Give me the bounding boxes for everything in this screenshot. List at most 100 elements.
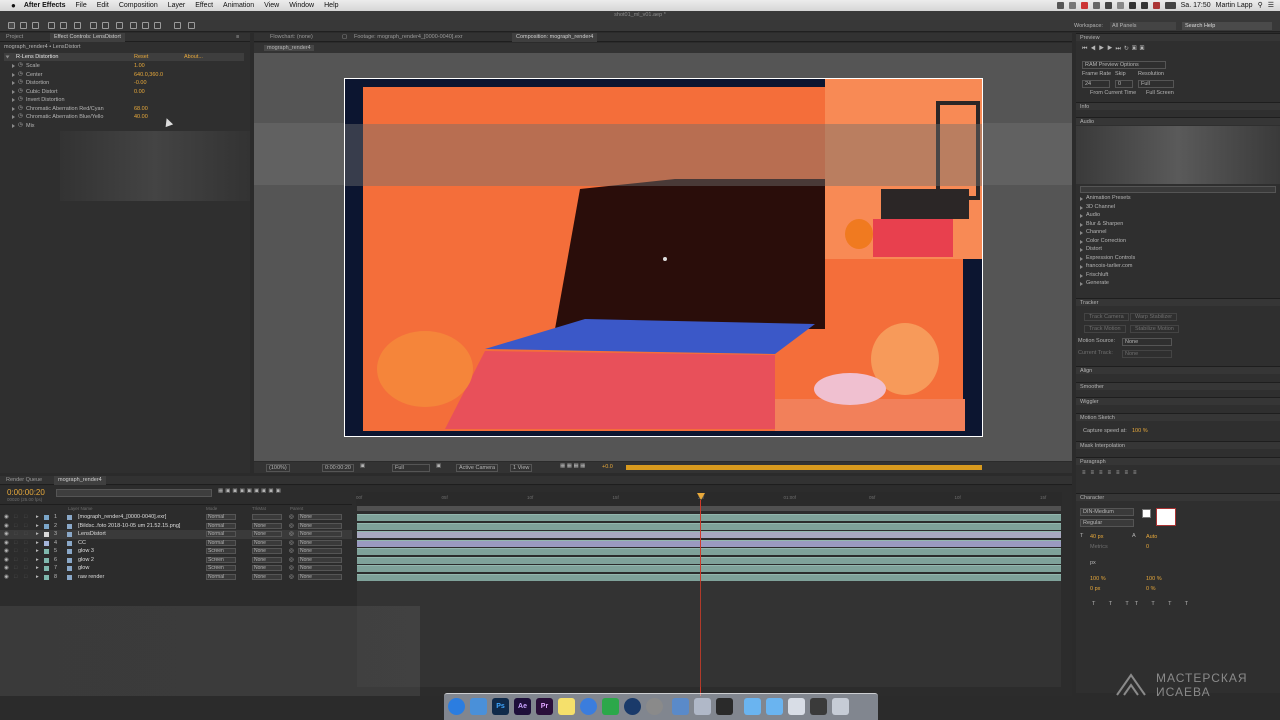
layer-label-color[interactable] xyxy=(44,523,49,529)
pickwhip-icon[interactable]: ◎ xyxy=(289,531,294,537)
visibility-icon[interactable]: ◉ xyxy=(4,540,9,546)
column-parent[interactable]: Parent xyxy=(290,506,303,511)
effects-category-item[interactable]: Expression Controls xyxy=(1080,255,1270,263)
tracking-value[interactable]: 0 xyxy=(1146,544,1149,550)
mask-interpolation-header[interactable]: Mask Interpolation xyxy=(1076,441,1280,449)
layer-name[interactable]: glow 3 xyxy=(78,548,94,554)
viewer-timecode[interactable]: 0:00:00:20 xyxy=(322,464,354,472)
notes-icon[interactable] xyxy=(558,698,575,715)
layer-row[interactable]: ◉ □ □ ▸ 3 LensDistort Normal None ◎ None xyxy=(0,530,352,539)
about-link[interactable]: About... xyxy=(184,54,203,60)
layer-name[interactable]: glow 2 xyxy=(78,557,94,563)
mode-select[interactable]: Normal xyxy=(206,522,236,529)
fill-color-swatch[interactable] xyxy=(1142,509,1151,518)
effects-category-item[interactable]: Generate xyxy=(1080,280,1270,288)
playback-controls-icon[interactable]: ⏮◀▶▶⏭↻▣▣ xyxy=(1082,45,1147,53)
stroke-color-swatch[interactable] xyxy=(1156,508,1176,526)
expand-icon[interactable] xyxy=(1080,205,1083,210)
expand-icon[interactable] xyxy=(1080,273,1083,278)
photoshop-icon[interactable]: Ps xyxy=(492,698,509,715)
menu-file[interactable]: File xyxy=(75,2,86,9)
motion-sketch-header[interactable]: Motion Sketch xyxy=(1076,413,1280,421)
resolution-select[interactable]: Full xyxy=(1138,80,1174,88)
layer-duration-bar[interactable] xyxy=(357,531,1061,538)
visibility-icon[interactable]: ◉ xyxy=(4,548,9,554)
expand-icon[interactable]: ▸ xyxy=(36,514,39,520)
status-icon[interactable] xyxy=(1068,1,1076,9)
vertical-scale-value[interactable]: 100 % xyxy=(1090,576,1106,582)
skip-select[interactable]: 0 xyxy=(1115,80,1133,88)
user-name[interactable]: Martin Lapp xyxy=(1216,2,1253,9)
audio-header[interactable]: Audio xyxy=(1076,117,1280,125)
expand-icon[interactable] xyxy=(1080,265,1083,269)
menu-effect[interactable]: Effect xyxy=(195,2,213,9)
time-ruler[interactable]: 00f 05f 10f 15f 20f 01:00f 05f 10f 15f xyxy=(356,492,1062,506)
app-menu[interactable]: After Effects xyxy=(24,2,66,9)
pan-behind-tool-icon[interactable] xyxy=(74,22,81,29)
visibility-icon[interactable]: ◉ xyxy=(4,531,9,537)
layer-name[interactable]: [Bildsc..foto 2018-10-05 um 21.52.15.png… xyxy=(78,523,180,529)
collapse-icon[interactable] xyxy=(5,55,10,59)
status-icon[interactable] xyxy=(1116,1,1124,9)
expand-icon[interactable] xyxy=(1080,256,1083,261)
playhead-icon[interactable] xyxy=(697,493,705,500)
apple-icon[interactable]: ● xyxy=(11,1,16,10)
solo-icon[interactable]: □ xyxy=(24,565,27,571)
smoother-header[interactable]: Smoother xyxy=(1076,382,1280,390)
expand-icon[interactable] xyxy=(1080,231,1083,235)
lock-icon[interactable]: ▢ xyxy=(342,34,347,40)
layer-name[interactable]: LensDistort xyxy=(78,531,106,537)
after-effects-icon[interactable]: Ae xyxy=(514,698,531,715)
work-area-range[interactable] xyxy=(357,506,1061,511)
trkmat-select[interactable]: None xyxy=(252,522,282,529)
composition-canvas[interactable] xyxy=(344,78,983,437)
layer-duration-bar[interactable] xyxy=(357,514,1061,521)
visibility-icon[interactable]: ◉ xyxy=(4,574,9,580)
expand-icon[interactable] xyxy=(1080,214,1083,218)
safari-icon[interactable] xyxy=(448,698,465,715)
parent-select[interactable]: None xyxy=(298,539,342,546)
expand-icon[interactable] xyxy=(12,115,15,119)
property-value[interactable]: 68.00 xyxy=(134,106,148,112)
stopwatch-icon[interactable]: ◷ xyxy=(18,96,23,102)
premiere-icon[interactable]: Pr xyxy=(536,698,553,715)
track-camera-button[interactable]: Track Camera xyxy=(1084,313,1129,321)
expand-icon[interactable] xyxy=(1080,197,1083,201)
tab-render-queue[interactable]: Render Queue xyxy=(2,476,46,485)
expand-icon[interactable] xyxy=(12,123,15,128)
stroke-width-value[interactable]: px xyxy=(1090,560,1096,566)
effect-name[interactable]: R-Lens Distortion xyxy=(16,54,59,60)
layer-duration-bar[interactable] xyxy=(357,548,1061,555)
layer-label-color[interactable] xyxy=(44,540,49,546)
menu-composition[interactable]: Composition xyxy=(119,2,158,9)
layer-label-color[interactable] xyxy=(44,549,49,554)
composition-breadcrumb[interactable]: mograph_render4 xyxy=(264,45,314,51)
effects-category-item[interactable]: francois-tarlier.com xyxy=(1080,263,1270,271)
timeline-search-input[interactable] xyxy=(56,489,212,497)
capture-speed-value[interactable]: 100 % xyxy=(1132,428,1148,434)
visibility-icon[interactable]: ◉ xyxy=(4,523,9,529)
pickwhip-icon[interactable]: ◎ xyxy=(289,574,294,580)
messages-icon[interactable] xyxy=(602,698,619,715)
solo-icon[interactable]: □ xyxy=(24,531,27,537)
baseline-shift-value[interactable]: 0 px xyxy=(1090,586,1100,592)
tab-flowchart[interactable]: Flowchart: (none) xyxy=(266,33,317,42)
trkmat-select[interactable]: None xyxy=(252,531,282,537)
tracker-header[interactable]: Tracker xyxy=(1076,298,1280,306)
parent-select[interactable]: None xyxy=(298,565,342,571)
panel-menu-icon[interactable]: ≡ xyxy=(236,34,239,40)
camera-icon[interactable]: ▣ xyxy=(360,463,365,469)
column-layer-name[interactable]: Layer Name xyxy=(68,506,93,511)
menu-help[interactable]: Help xyxy=(324,2,338,9)
paragraph-align-icons[interactable]: ≡≡≡≡≡≡≡ xyxy=(1082,470,1142,476)
menu-animation[interactable]: Animation xyxy=(223,2,254,9)
expand-icon[interactable] xyxy=(12,106,15,111)
roto-brush-tool-icon[interactable] xyxy=(174,22,181,29)
parent-select[interactable]: None xyxy=(298,573,342,580)
status-icon[interactable] xyxy=(1056,1,1064,9)
expand-icon[interactable] xyxy=(12,98,15,102)
exposure-value[interactable]: +0.0 xyxy=(602,464,613,470)
grid-icon[interactable]: ▦ ▦ ▦ ▦ xyxy=(560,463,585,469)
reset-link[interactable]: Reset xyxy=(134,54,148,60)
cinema4d-icon[interactable] xyxy=(624,698,641,715)
